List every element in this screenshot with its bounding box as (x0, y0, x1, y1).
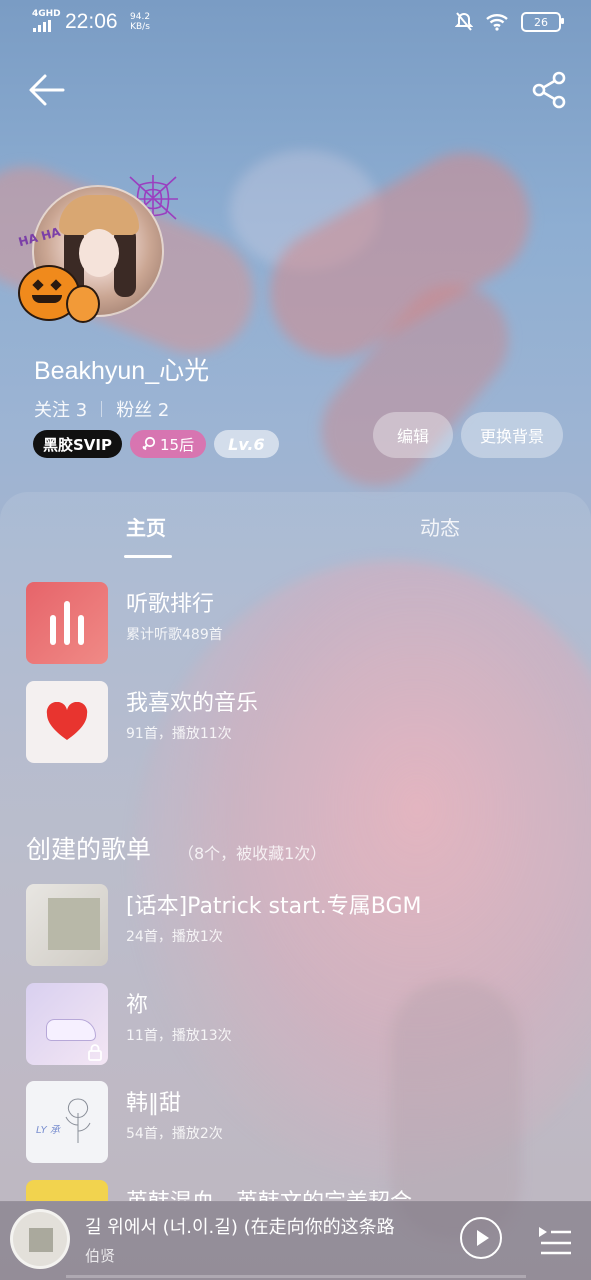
playlist-cover: LY 承 (26, 1081, 108, 1163)
age-badge[interactable]: 15后 (130, 430, 207, 458)
mini-player[interactable]: 길 위에서 (너.이.길) (在走向你的这条路 伯贤 (0, 1201, 591, 1280)
tab-feed[interactable]: 动态 (420, 512, 460, 541)
playlist-cover (26, 884, 108, 966)
fans-count[interactable]: 粉丝 2 (116, 396, 169, 422)
playlist-subtitle: 24首，播放1次 (126, 929, 223, 945)
playlist-item[interactable]: 英韩混血．英韩文的完美契合 (26, 1180, 566, 1201)
female-icon (142, 436, 156, 451)
divider (101, 401, 103, 417)
status-bar: 4GHD 22:06 94.2 KB/s 26 (0, 0, 591, 46)
pumpkin-small-icon (66, 285, 100, 323)
play-icon[interactable] (460, 1217, 502, 1259)
playlist-title: 祢 (126, 993, 149, 1018)
playback-progress-bar[interactable] (66, 1275, 526, 1278)
list-item-subtitle: 累计听歌489首 (126, 627, 223, 643)
playlist-item[interactable]: [话本]Patrick start.专属BGM 24首，播放1次 (26, 884, 566, 966)
avatar-with-frame[interactable]: HA HA (17, 175, 183, 325)
playlist-item[interactable]: LY 承 韩‖甜 54首，播放2次 (26, 1081, 566, 1163)
playlist-cover (26, 983, 108, 1065)
network-type: 4GHD (32, 9, 61, 19)
battery-indicator: 26 (521, 12, 564, 32)
heart-icon (26, 681, 108, 763)
badge-row: 黑胶SVIP 15后 Lv.6 (33, 430, 279, 458)
playlist-subtitle: 54首，播放2次 (126, 1126, 223, 1142)
lock-icon (88, 1044, 102, 1061)
profile-tabs: 主页 动态 (0, 512, 591, 562)
share-icon[interactable] (529, 70, 569, 110)
list-item-title: 我喜欢的音乐 (126, 691, 259, 716)
playlist-item[interactable]: 祢 11首，播放13次 (26, 983, 566, 1065)
username: Beakhyun_心光 (34, 357, 210, 385)
network-speed-unit: KB/s (130, 22, 150, 32)
now-playing-artist: 伯贤 (85, 1247, 116, 1265)
vip-badge[interactable]: 黑胶SVIP (33, 430, 122, 458)
now-playing-cover[interactable] (10, 1209, 70, 1269)
tab-home[interactable]: 主页 (126, 512, 166, 541)
list-item-title: 听歌排行 (126, 592, 215, 617)
change-background-button[interactable]: 更换背景 (461, 412, 563, 458)
active-tab-indicator (124, 555, 172, 558)
playlist-title: [话本]Patrick start.专属BGM (126, 894, 422, 919)
back-arrow-icon[interactable] (27, 70, 67, 110)
playlist-title: 英韩混血．英韩文的完美契合 (126, 1184, 412, 1201)
playlist-subtitle: 11首，播放13次 (126, 1028, 232, 1044)
list-item-subtitle: 91首，播放11次 (126, 726, 232, 742)
age-badge-label: 15后 (160, 435, 195, 454)
level-badge[interactable]: Lv.6 (214, 430, 279, 458)
created-playlists-meta: （8个，被收藏1次） (178, 844, 327, 863)
now-playing-title: 길 위에서 (너.이.길) (在走向你的这条路 (85, 1217, 395, 1238)
playlist-title: 韩‖甜 (126, 1091, 182, 1116)
liked-music-item[interactable]: 我喜欢的音乐 91首，播放11次 (26, 681, 566, 763)
playlist-queue-icon[interactable] (537, 1221, 573, 1257)
network-speed: 94.2 KB/s (130, 12, 150, 32)
clock: 22:06 (65, 10, 118, 33)
created-playlists-title: 创建的歌单 (26, 835, 152, 864)
following-count[interactable]: 关注 3 (34, 396, 87, 422)
playlist-cover (26, 1180, 108, 1201)
network-speed-value: 94.2 (130, 12, 151, 22)
bar-chart-icon (26, 582, 108, 664)
battery-level: 26 (534, 15, 548, 29)
listening-rank-item[interactable]: 听歌排行 累计听歌489首 (26, 582, 566, 664)
signal-icon (33, 20, 51, 32)
edit-profile-button[interactable]: 编辑 (373, 412, 453, 458)
wifi-icon (486, 14, 508, 31)
follow-stats: 关注 3 粉丝 2 (34, 396, 169, 422)
mute-bell-icon (455, 12, 473, 31)
